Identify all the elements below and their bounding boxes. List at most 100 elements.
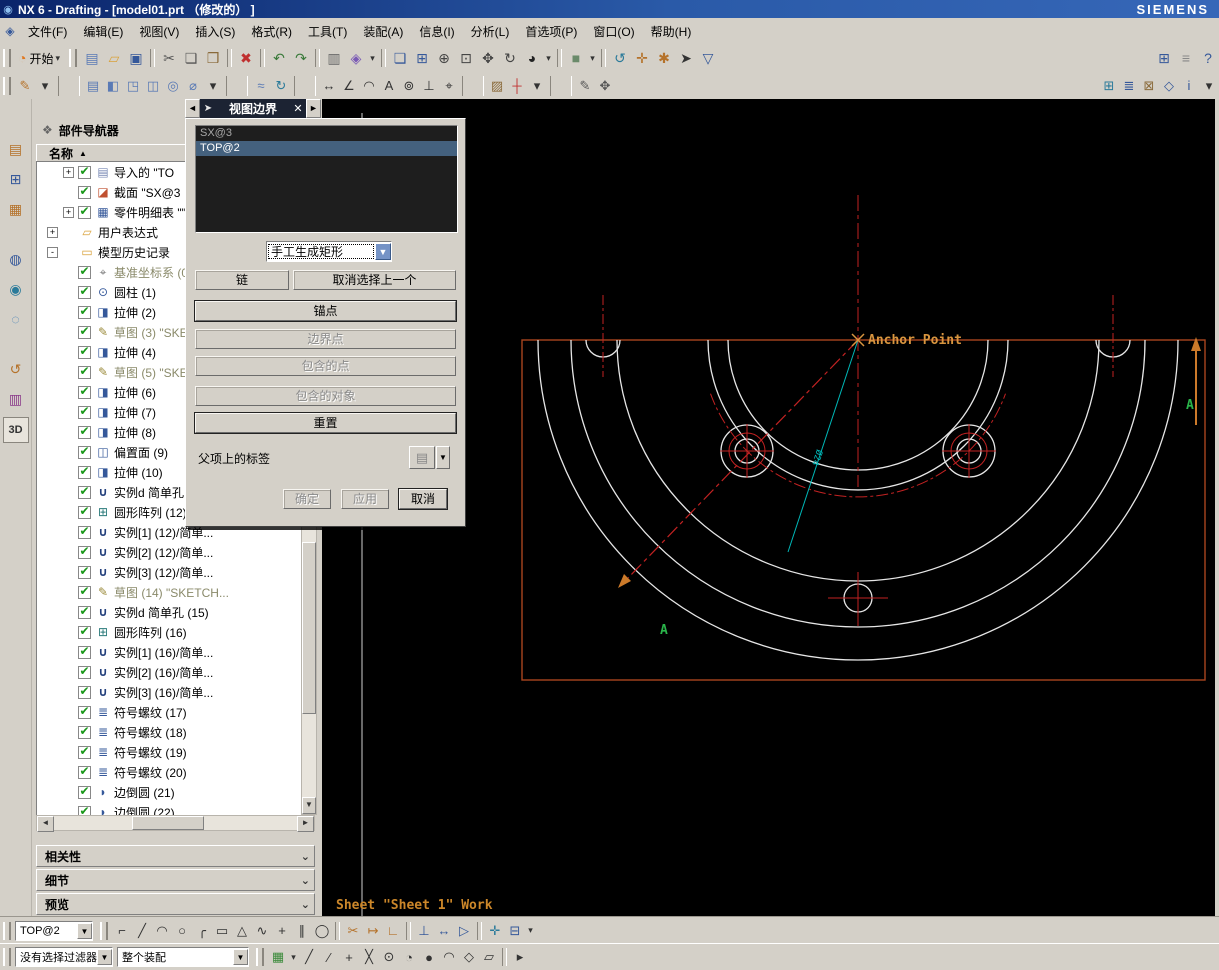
menu-item[interactable]: 信息(I) — [411, 20, 462, 43]
view-wizard-icon[interactable]: ◧ — [103, 76, 123, 96]
reuse-library-icon[interactable]: ◍ — [4, 247, 28, 271]
deselect-last-button[interactable]: 取消选择上一个 — [293, 270, 456, 290]
detail-view-icon[interactable]: ◎ — [163, 76, 183, 96]
rotate-view-icon[interactable]: ↻ — [499, 47, 521, 69]
tree-expander[interactable]: + — [47, 227, 58, 238]
mid-point-icon[interactable]: ∕ — [319, 947, 339, 967]
tree-checkbox[interactable]: ✔ — [78, 646, 91, 659]
face-style-icon[interactable]: ■ — [565, 47, 587, 69]
dropdown-arrow-icon[interactable]: ▾ — [1199, 76, 1219, 96]
tree-checkbox[interactable]: ✔ — [78, 606, 91, 619]
dropdown-arrow-icon[interactable]: ▾ — [543, 47, 554, 69]
paste-icon[interactable]: ❒ — [202, 47, 224, 69]
selection-arrow-icon[interactable]: ➤ — [675, 47, 697, 69]
datum-feature-icon[interactable]: ⊥ — [419, 76, 439, 96]
tree-expander[interactable]: - — [47, 247, 58, 258]
pan-icon[interactable]: ✥ — [477, 47, 499, 69]
tree-horizontal-scrollbar[interactable]: ◄ ► — [36, 815, 315, 831]
internet-explorer-icon[interactable]: ◌ — [4, 307, 28, 331]
parent-label-icon[interactable]: ▤ — [409, 446, 435, 469]
navigator-section[interactable]: 细节 ⌄ — [36, 869, 315, 891]
tree-row[interactable]: ✔ 符号螺纹 (20) — [37, 762, 300, 782]
snap-view-icon[interactable]: ✛ — [631, 47, 653, 69]
menu-item[interactable]: 文件(F) — [20, 20, 75, 43]
assembly-navigator-icon[interactable]: ▤ — [4, 137, 28, 161]
menu-item[interactable]: 工具(T) — [300, 20, 355, 43]
info-window-icon[interactable]: i — [1179, 76, 1199, 96]
toolbar-grip[interactable] — [69, 49, 77, 67]
scrollbar-thumb[interactable] — [132, 816, 204, 830]
document-icon[interactable]: ◈ — [0, 24, 20, 38]
fit-view-icon[interactable]: ⊡ — [455, 47, 477, 69]
toolbar-grip[interactable] — [3, 49, 11, 67]
dialog-title-bar[interactable]: ➤ 视图边界 ✕ — [200, 99, 306, 118]
sketch-icon[interactable]: ✎ — [15, 76, 35, 96]
offset-curve-icon[interactable]: ∥ — [292, 921, 312, 941]
tree-checkbox[interactable]: ✔ — [78, 706, 91, 719]
tile-windows-icon[interactable]: ⊞ — [411, 47, 433, 69]
toolbar-grip[interactable] — [256, 948, 264, 966]
arc-icon[interactable]: ◠ — [152, 921, 172, 941]
tree-checkbox[interactable]: ✔ — [78, 166, 91, 179]
rectangle-icon[interactable]: ▭ — [212, 921, 232, 941]
tree-checkbox[interactable]: ✔ — [78, 686, 91, 699]
history-icon[interactable]: ↺ — [4, 357, 28, 381]
tree-checkbox[interactable]: ✔ — [78, 626, 91, 639]
print-icon[interactable]: ▥ — [323, 47, 345, 69]
update-views-icon[interactable]: ↻ — [271, 76, 291, 96]
id-symbol-icon[interactable]: ⊚ — [399, 76, 419, 96]
work-plane-icon[interactable]: ◇ — [1159, 76, 1179, 96]
section-line[interactable] — [618, 337, 1201, 588]
tree-checkbox[interactable]: ✔ — [78, 546, 91, 559]
scroll-right-icon[interactable]: ► — [297, 816, 314, 832]
tree-row[interactable]: ✔ 实例[2] (16)/简单... — [37, 662, 300, 682]
tree-expander[interactable]: + — [63, 207, 74, 218]
tree-checkbox[interactable]: ✔ — [78, 346, 91, 359]
snap-enable-icon[interactable]: ✛ — [485, 921, 505, 941]
tree-row[interactable]: ✔ 实例[3] (12)/简单... — [37, 562, 300, 582]
toolbar-grip[interactable] — [3, 948, 11, 966]
window-icon[interactable]: ❏ — [389, 47, 411, 69]
preferences-icon[interactable]: ✱ — [653, 47, 675, 69]
note-icon[interactable]: A — [379, 76, 399, 96]
control-point-icon[interactable]: + — [339, 947, 359, 967]
reset-button[interactable]: 重置 — [195, 413, 456, 433]
file-options-icon[interactable]: ⊟ — [505, 921, 525, 941]
boundary-mode-combo[interactable]: 手工生成矩形 ▼ — [266, 241, 392, 262]
selection-filter-select[interactable]: 没有选择过滤器 ▼ — [15, 947, 113, 967]
view-boundary-rect[interactable] — [522, 340, 1205, 680]
auto-dimension-icon[interactable]: ↔ — [434, 921, 454, 941]
redo-icon[interactable]: ↷ — [290, 47, 312, 69]
scrollbar-thumb[interactable] — [302, 542, 316, 714]
copy-icon[interactable]: ❏ — [180, 47, 202, 69]
dimension-leader[interactable]: Ø24 — [788, 340, 858, 552]
circle-icon[interactable]: ○ — [172, 921, 192, 941]
cancel-button[interactable]: 取消 — [399, 489, 447, 509]
touch-mode-icon[interactable]: ⊞ — [1153, 47, 1175, 69]
quick-trim-icon[interactable]: ✂ — [343, 921, 363, 941]
tree-checkbox[interactable]: ✔ — [78, 526, 91, 539]
move-view-icon[interactable]: ✥ — [595, 76, 615, 96]
grid-icon[interactable]: ⊞ — [1099, 76, 1119, 96]
tree-row[interactable]: ✔ 草图 (14) "SKETCH... — [37, 582, 300, 602]
menu-item[interactable]: 帮助(H) — [643, 20, 700, 43]
menu-item[interactable]: 装配(A) — [355, 20, 411, 43]
bounded-plane-icon[interactable]: ▱ — [479, 947, 499, 967]
menu-item[interactable]: 视图(V) — [131, 20, 187, 43]
view-select[interactable]: TOP@2 ▼ — [15, 921, 93, 941]
tree-checkbox[interactable]: ✔ — [78, 426, 91, 439]
toolbar-grip[interactable] — [100, 922, 108, 940]
point-icon[interactable]: + — [272, 921, 292, 941]
show-constraints-icon[interactable]: ▷ — [454, 921, 474, 941]
tree-row[interactable]: ✔ 边倒圆 (21) — [37, 782, 300, 802]
menu-item[interactable]: 首选项(P) — [517, 20, 585, 43]
more-snap-icon[interactable]: ▸ — [510, 947, 530, 967]
centerline-icon[interactable]: ┼ — [507, 76, 527, 96]
chevron-down-icon[interactable]: ⌄ — [301, 898, 310, 911]
dialog-back-icon[interactable]: ◄ — [185, 99, 200, 118]
lock-icon[interactable]: ⊠ — [1139, 76, 1159, 96]
tree-checkbox[interactable]: ✔ — [78, 406, 91, 419]
menu-item[interactable]: 插入(S) — [187, 20, 243, 43]
3d-input-icon[interactable]: 3D — [3, 417, 29, 443]
menu-item[interactable]: 编辑(E) — [75, 20, 131, 43]
